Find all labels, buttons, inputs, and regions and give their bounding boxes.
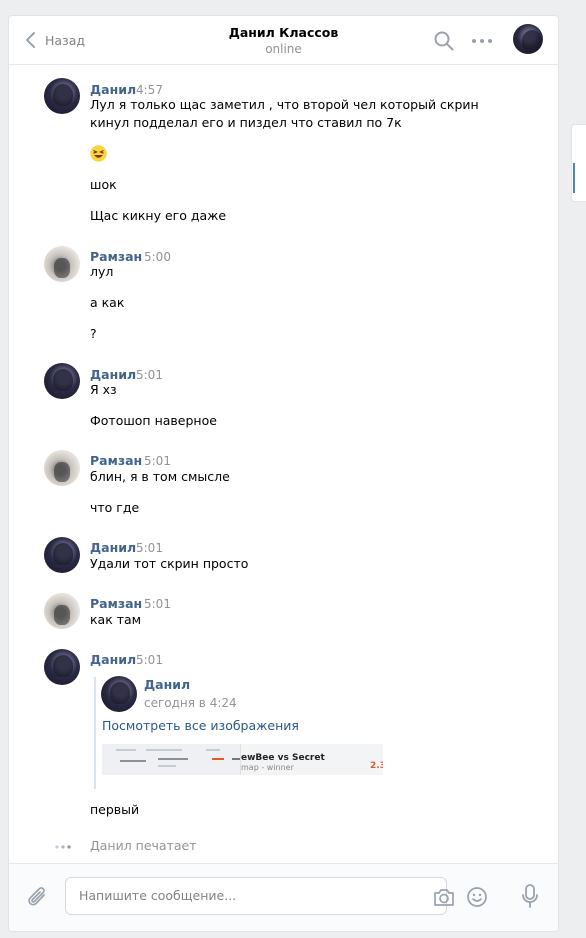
forwarded-date: сегодня в 4:24: [144, 696, 237, 710]
avatar[interactable]: [44, 593, 80, 629]
message-text: Лул я только щас заметил , что второй че…: [90, 97, 479, 112]
message-time: 5:01: [136, 368, 163, 382]
message-text: как там: [90, 612, 142, 627]
message-time: 5:01: [136, 541, 163, 555]
typing-dots-icon: [55, 845, 71, 849]
message-author[interactable]: Рамзан: [90, 596, 142, 611]
forwarded-avatar[interactable]: [101, 676, 137, 712]
message-text: ?: [90, 326, 97, 341]
message-author[interactable]: Данил: [90, 652, 136, 667]
message-input[interactable]: [79, 888, 379, 903]
message-time: 5:01: [144, 597, 171, 611]
microphone-icon[interactable]: [519, 882, 541, 912]
message-time: 5:01: [144, 454, 171, 468]
message-time: 4:57: [136, 83, 163, 97]
avatar[interactable]: [44, 537, 80, 573]
forwarded-bar: [94, 677, 96, 789]
message-text: блин, я в том смысле: [90, 469, 230, 484]
message-time: 5:00: [144, 250, 171, 264]
smile-icon[interactable]: [466, 886, 488, 908]
view-all-images-link[interactable]: Посмотреть все изображения: [102, 718, 299, 733]
message-author[interactable]: Рамзан: [90, 249, 142, 264]
message-input-box[interactable]: [65, 877, 487, 915]
thumbnail-title: ewBee vs Secret: [241, 753, 325, 763]
side-card: [571, 124, 586, 202]
message-text: шок: [90, 177, 117, 192]
avatar[interactable]: [44, 246, 80, 282]
thumbnail-score: 2.3: [370, 761, 383, 771]
forwarded-author[interactable]: Данил: [144, 677, 190, 692]
message-text: первый: [90, 802, 140, 817]
thumbnail-subtitle: map - winner: [241, 763, 294, 772]
camera-icon[interactable]: [432, 886, 456, 908]
message-text: кинул подделал его и пиздел что ставил п…: [90, 115, 402, 130]
message-text: Я хз: [90, 382, 117, 397]
paperclip-icon[interactable]: [26, 885, 50, 911]
avatar[interactable]: [44, 649, 80, 685]
thumbnail-screenshot: [102, 744, 241, 775]
message-text: что где: [90, 500, 140, 515]
message-composer: [9, 863, 558, 931]
message-text: Удали тот скрин просто: [90, 556, 249, 571]
message-author[interactable]: Данил: [90, 367, 136, 382]
chat-header: Назад Данил Классов online: [9, 16, 558, 65]
header-avatar[interactable]: [513, 24, 543, 54]
avatar[interactable]: [44, 78, 80, 114]
message-author[interactable]: Данил: [90, 540, 136, 555]
message-author[interactable]: Рамзан: [90, 453, 142, 468]
message-text: Щас кикну его даже: [90, 208, 227, 223]
message-time: 5:01: [136, 653, 163, 667]
more-icon[interactable]: [470, 30, 494, 52]
message-text: а как: [90, 295, 125, 310]
avatar[interactable]: [44, 363, 80, 399]
message-author[interactable]: Данил: [90, 82, 136, 97]
side-card-marker: [573, 163, 575, 193]
message-text: Фотошоп наверное: [90, 413, 217, 428]
image-thumbnail[interactable]: ewBee vs Secret map - winner 2.3: [102, 744, 383, 775]
laughing-emoji-icon: [90, 145, 107, 162]
chat-panel: Назад Данил Классов online Данил 4:57 Лу…: [8, 15, 559, 932]
typing-indicator: Данил печатает: [90, 838, 197, 853]
message-text: лул: [90, 264, 114, 279]
search-icon[interactable]: [433, 30, 455, 52]
avatar[interactable]: [44, 450, 80, 486]
